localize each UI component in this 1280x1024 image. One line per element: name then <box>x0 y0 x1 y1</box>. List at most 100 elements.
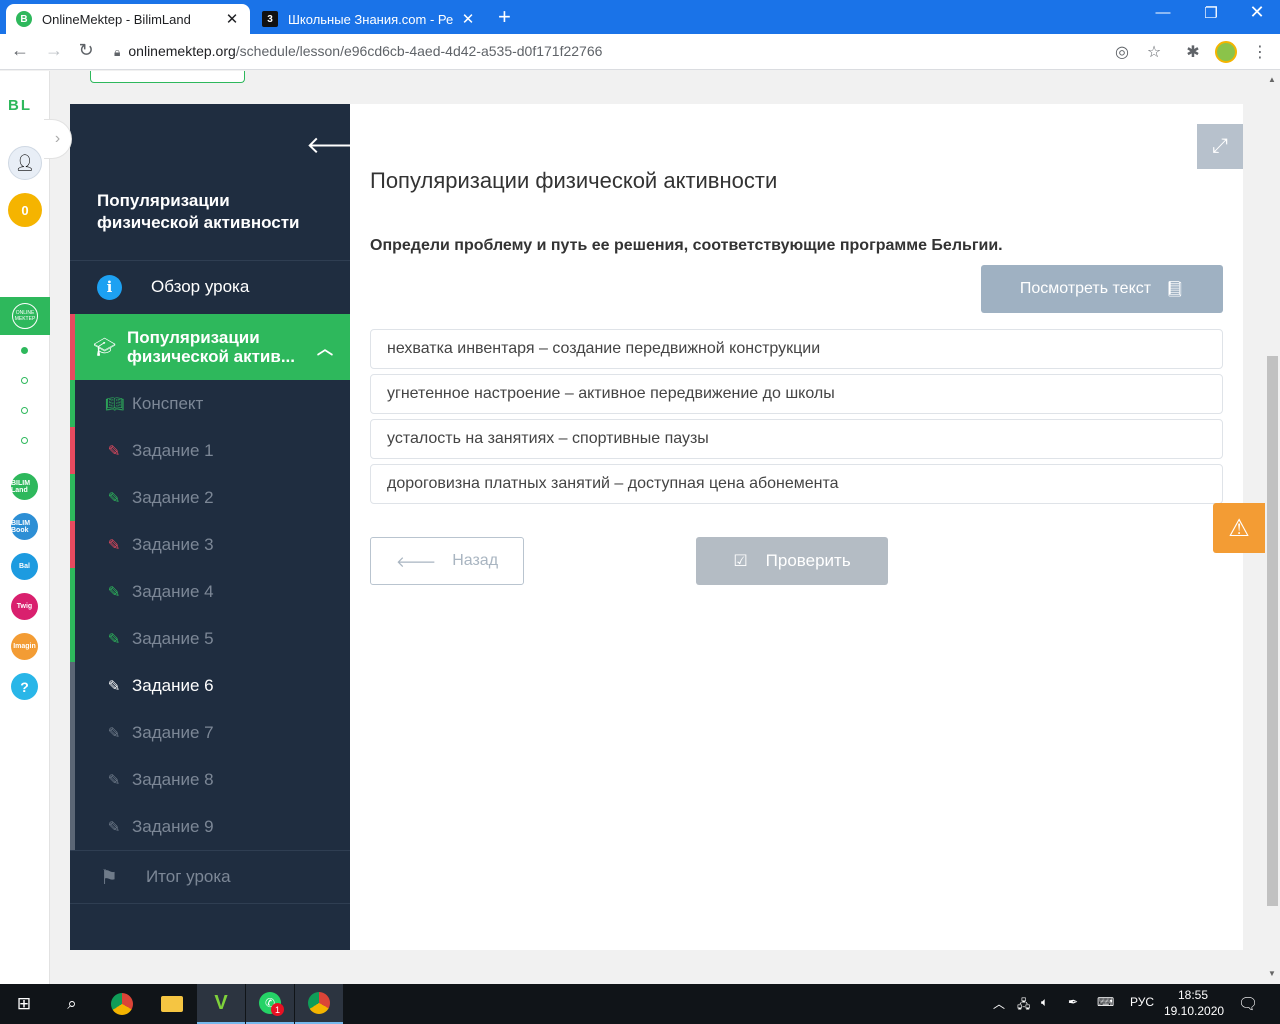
answer-option[interactable]: нехватка инвентаря – создание передвижно… <box>370 329 1223 369</box>
fullscreen-button[interactable]: ⤢ <box>1197 124 1243 169</box>
sidebar-item-label: Задание 3 <box>132 534 214 554</box>
sidebar-task-list: 📖︎ Конспект ✎ Задание 1 ✎ Задание 2 ✎ За… <box>70 380 350 850</box>
sidebar-item-task-8[interactable]: ✎ Задание 8 <box>70 756 350 803</box>
edit-icon: ✎ <box>107 583 121 601</box>
tab-onlinemektep[interactable]: B OnlineMektep - BilimLand ✕ <box>6 4 250 34</box>
lesson-card: 🡐 Популяризации физической активности i … <box>70 104 1243 950</box>
bilimland-rail: BL 👤︎ 0 ONLINE MEKTEP BILIM Land BILIM B… <box>0 71 50 984</box>
scroll-up-icon[interactable]: ▲ <box>1268 75 1276 84</box>
help-icon[interactable]: ? <box>11 673 38 700</box>
user-avatar[interactable]: 👤︎ <box>8 146 42 180</box>
sidebar-item-task-6[interactable]: ✎ Задание 6 <box>70 662 350 709</box>
back-arrow-icon[interactable]: ← <box>8 40 32 61</box>
sidebar-item-result[interactable]: ⚑ Итог урока <box>70 851 350 903</box>
coins-badge[interactable]: 0 <box>8 193 42 227</box>
sidebar-item-label: Задание 1 <box>132 440 214 460</box>
answer-options: нехватка инвентаря – создание передвижно… <box>370 329 1223 509</box>
onlinemektep-label: ONLINE MEKTEP <box>12 303 38 329</box>
chrome-active-icon[interactable] <box>295 984 343 1024</box>
keyboard-icon[interactable]: ⌨ <box>1097 995 1114 1009</box>
chevron-up-icon[interactable]: ︿ <box>993 995 1005 1012</box>
file-explorer-icon[interactable] <box>148 984 196 1024</box>
close-icon[interactable]: ✕ <box>460 10 476 28</box>
star-icon[interactable]: ☆ <box>1144 42 1164 62</box>
subnav-dot[interactable] <box>21 377 28 384</box>
onlinemektep-app[interactable]: ONLINE MEKTEP <box>0 297 50 335</box>
reload-icon[interactable]: ↻ <box>74 40 98 61</box>
sidebar-item-label: Задание 4 <box>132 581 214 601</box>
answer-option[interactable]: дороговизна платных занятий – доступная … <box>370 464 1223 504</box>
lesson-sidebar: 🡐 Популяризации физической активности i … <box>70 104 370 950</box>
close-window-icon[interactable]: ✕ <box>1242 2 1272 23</box>
windows-taskbar: ⊞ ⌕ V ✆ 1 ︿ 🖧︎ 🔈︎ ✒ ⌨ РУС 18:55 19.10.20… <box>0 984 1280 1024</box>
browser-tab-strip: B OnlineMektep - BilimLand ✕ 3 Школьные … <box>0 0 1280 34</box>
chrome-icon[interactable] <box>98 984 146 1024</box>
close-icon[interactable]: ✕ <box>224 10 240 28</box>
bilimland-app-icon[interactable]: BILIM Land <box>11 473 38 500</box>
pen-icon[interactable]: ✒ <box>1068 995 1078 1009</box>
scroll-thumb[interactable] <box>1267 356 1278 906</box>
minimize-icon[interactable]: — <box>1148 4 1178 21</box>
check-square-icon: ☑ <box>733 553 748 570</box>
search-icon[interactable]: ⌕ <box>48 984 96 1024</box>
sidebar-item-label: Конспект <box>132 393 204 413</box>
imagin-app-icon[interactable]: Imagin <box>11 633 38 660</box>
subnav-dot[interactable] <box>21 407 28 414</box>
subnav-dot[interactable] <box>21 437 28 444</box>
action-center-icon[interactable]: 🗨︎ <box>1238 994 1258 1014</box>
check-label: Проверить <box>765 551 851 570</box>
profile-avatar[interactable] <box>1215 41 1237 63</box>
url-field[interactable]: 🔒︎ onlinemektep.org/schedule/lesson/e96cd… <box>114 43 602 60</box>
page-scrollbar[interactable]: ▲ ▼ <box>1265 71 1280 984</box>
arrow-left-icon: 🡐 <box>395 553 437 571</box>
sidebar-item-task-1[interactable]: ✎ Задание 1 <box>70 427 350 474</box>
network-icon[interactable]: 🖧︎ <box>1017 995 1030 1016</box>
tab-title: OnlineMektep - BilimLand <box>42 11 191 27</box>
top-button-stub[interactable] <box>90 71 245 83</box>
vidmate-icon[interactable]: V <box>197 984 245 1024</box>
answer-option[interactable]: усталость на занятиях – спортивные паузы <box>370 419 1223 459</box>
sidebar-item-label: Задание 7 <box>132 722 214 742</box>
clock-time: 18:55 <box>1177 988 1209 1002</box>
task-content: ⤢ Популяризации физической активности Оп… <box>350 104 1243 950</box>
volume-icon[interactable]: 🔈︎ <box>1041 995 1048 1010</box>
sidebar-item-label: Задание 6 <box>132 675 214 695</box>
restore-icon[interactable]: ❐ <box>1196 4 1226 22</box>
answer-option[interactable]: угнетенное настроение – активное передви… <box>370 374 1223 414</box>
bal-app-icon[interactable]: Bal <box>11 553 38 580</box>
url-host: onlinemektep.org <box>128 43 236 59</box>
eye-slash-icon[interactable]: ◎ <box>1112 42 1132 62</box>
back-button[interactable]: 🡐 Назад <box>370 537 524 585</box>
sidebar-item-task-5[interactable]: ✎ Задание 5 <box>70 615 350 662</box>
sidebar-item-task-3[interactable]: ✎ Задание 3 <box>70 521 350 568</box>
sidebar-item-task-4[interactable]: ✎ Задание 4 <box>70 568 350 615</box>
twig-app-icon[interactable]: Twig <box>11 593 38 620</box>
bilimbook-app-icon[interactable]: BILIM Book <box>11 513 38 540</box>
scroll-down-icon[interactable]: ▼ <box>1268 969 1276 978</box>
menu-dots-icon[interactable]: ⋮ <box>1250 42 1270 62</box>
sidebar-item-task-9[interactable]: ✎ Задание 9 <box>70 803 350 850</box>
new-tab-icon[interactable]: + <box>498 6 511 28</box>
language-indicator[interactable]: РУС <box>1130 995 1154 1009</box>
windows-start-icon[interactable]: ⊞ <box>0 984 48 1024</box>
report-problem-button[interactable]: ⚠ <box>1213 503 1265 553</box>
edit-icon: ✎ <box>107 771 121 789</box>
sidebar-section-lesson[interactable]: 🎓︎ Популяризации физической актив... ︿ <box>70 314 350 380</box>
system-clock[interactable]: 18:55 19.10.2020 <box>1164 987 1224 1019</box>
chevron-up-icon[interactable]: ︿ <box>317 335 333 359</box>
forward-arrow-icon[interactable]: → <box>42 40 66 61</box>
extensions-icon[interactable]: ✱ <box>1183 42 1203 62</box>
tab-znaniya[interactable]: 3 Школьные Знания.com - Решае ✕ <box>252 4 486 34</box>
view-text-button[interactable]: Посмотреть текст 📘︎ <box>981 265 1223 313</box>
whatsapp-icon[interactable]: ✆ 1 <box>246 984 294 1024</box>
bilimland-logo[interactable]: BL <box>8 97 32 114</box>
edit-icon: ✎ <box>107 442 121 460</box>
sidebar-item-overview[interactable]: i Обзор урока <box>70 261 350 313</box>
sidebar-item-task-7[interactable]: ✎ Задание 7 <box>70 709 350 756</box>
edit-icon: ✎ <box>107 489 121 507</box>
sidebar-item-task-2[interactable]: ✎ Задание 2 <box>70 474 350 521</box>
sidebar-item-konspekt[interactable]: 📖︎ Конспект <box>70 380 350 427</box>
check-button[interactable]: ☑ Проверить <box>696 537 888 585</box>
back-label: Назад <box>452 552 499 569</box>
subnav-dot[interactable] <box>21 347 28 354</box>
